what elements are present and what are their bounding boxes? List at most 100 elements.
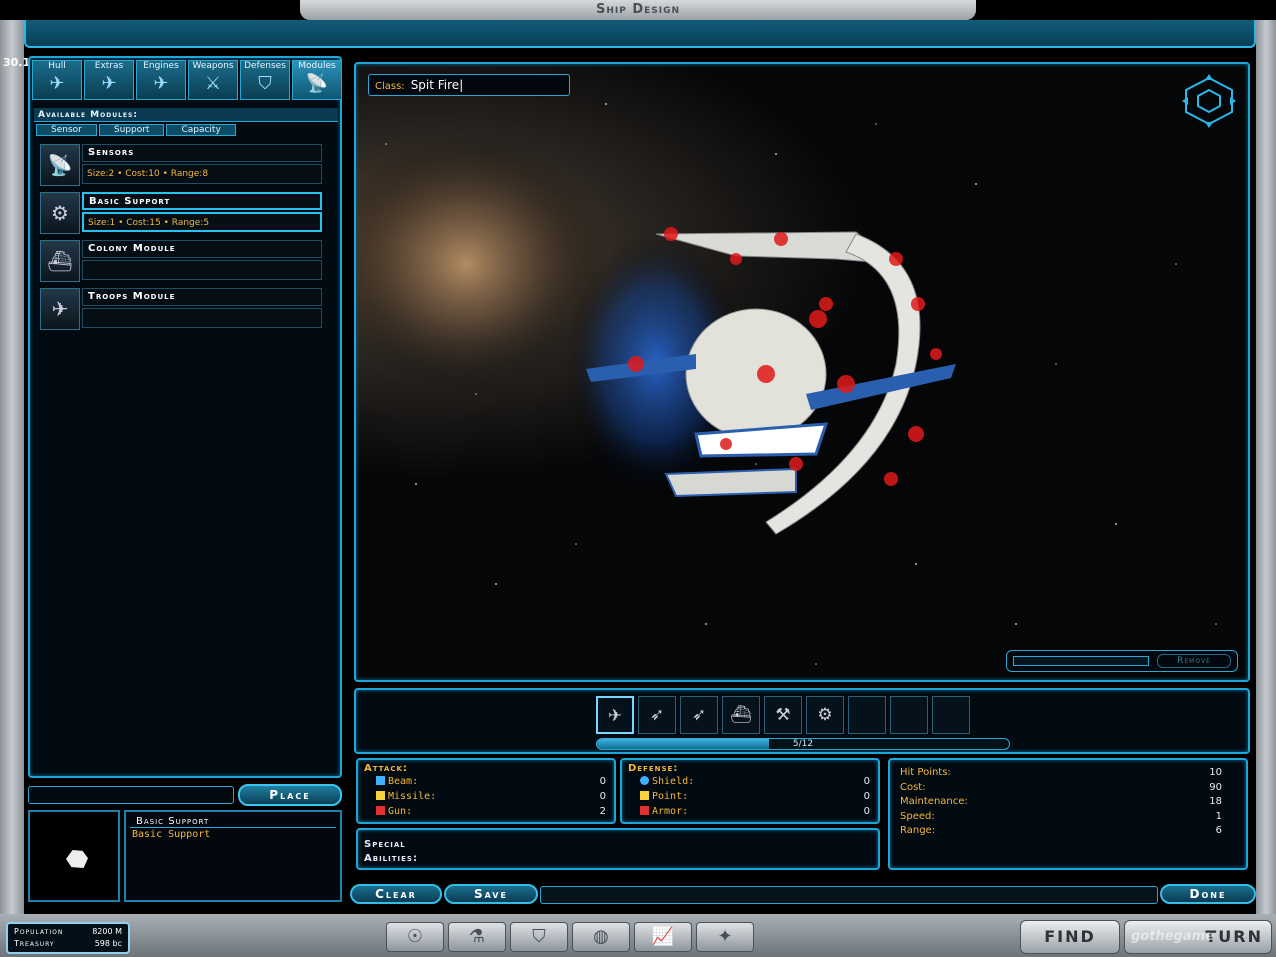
galaxy-icon[interactable]: ☉ bbox=[386, 922, 444, 952]
treasury-value: 598 bc bbox=[94, 939, 122, 948]
tab-label: Extras bbox=[94, 61, 124, 71]
government-icon[interactable]: ⛉ bbox=[510, 922, 568, 952]
research-icon[interactable]: ⚗ bbox=[448, 922, 506, 952]
special-abilities: Special Abilities: bbox=[356, 828, 880, 870]
save-button[interactable]: Save bbox=[444, 884, 538, 904]
slot-empty[interactable] bbox=[848, 696, 886, 734]
action-bar bbox=[540, 886, 1158, 904]
ship-viewport[interactable]: Class: Spit Fire| Remove bbox=[354, 62, 1250, 682]
modules-heading: Available Modules: bbox=[34, 108, 338, 122]
stat-row-point: Point: 0 bbox=[622, 789, 878, 804]
weapon-icon: ⚔ bbox=[204, 73, 222, 94]
slot-colony-pod[interactable]: ⛴ bbox=[722, 696, 760, 734]
module-stats bbox=[82, 260, 322, 280]
class-value: Spit Fire| bbox=[410, 78, 464, 92]
module-colony[interactable]: ⛴ Colony Module bbox=[40, 240, 324, 282]
shield-icon bbox=[640, 776, 649, 785]
turn-button[interactable]: gothegame TURN bbox=[1124, 920, 1272, 954]
component-model-icon bbox=[66, 850, 88, 868]
missile-icon bbox=[376, 791, 385, 800]
graphs-icon[interactable]: 📈 bbox=[634, 922, 692, 952]
gun-icon bbox=[376, 806, 385, 815]
component-slots: ✈ ➶ ➶ ⛴ ⚒ ⚙ 5/12 bbox=[354, 688, 1250, 754]
tab-engines[interactable]: Engines ✈ bbox=[136, 60, 186, 100]
stat-row-missile: Missile: 0 bbox=[358, 789, 614, 804]
info-speed: Speed: 1 bbox=[900, 810, 1222, 822]
slot-engine[interactable]: ➶ bbox=[680, 696, 718, 734]
stat-row-shield: Shield: 0 bbox=[622, 774, 878, 789]
extras-icon: ✈ bbox=[101, 73, 117, 94]
sensor-dish-icon: 📡 bbox=[40, 144, 80, 186]
slot-empty[interactable] bbox=[890, 696, 928, 734]
space-scene bbox=[356, 103, 1217, 665]
tab-label: Weapons bbox=[192, 61, 234, 71]
subtab-sensor[interactable]: Sensor bbox=[36, 124, 97, 136]
footer-bar: Population 8200 M Treasury 598 bc ☉ ⚗ ⛉ ◍ … bbox=[0, 914, 1276, 957]
tab-hull[interactable]: Hull ✈ bbox=[32, 60, 82, 100]
stat-row-armor: Armor: 0 bbox=[622, 804, 878, 819]
class-label: Class: bbox=[375, 81, 405, 92]
support-module-icon: ⚙ bbox=[40, 192, 80, 234]
subtab-support[interactable]: Support bbox=[98, 124, 165, 136]
turn-label: TURN bbox=[1205, 927, 1263, 946]
watermark: gothegame bbox=[1131, 929, 1214, 944]
component-preview bbox=[28, 810, 120, 902]
stat-row-gun: Gun: 2 bbox=[358, 804, 614, 819]
done-button[interactable]: Done bbox=[1160, 884, 1256, 904]
capacity-text: 5/12 bbox=[792, 739, 814, 749]
clear-button[interactable]: Clear bbox=[350, 884, 442, 904]
component-description: Basic Support Basic Support bbox=[124, 810, 342, 902]
module-icon: 📡 bbox=[305, 73, 329, 94]
planets-icon[interactable]: ◍ bbox=[572, 922, 630, 952]
stat-row-beam: Beam: 0 bbox=[358, 774, 614, 789]
module-name: Troops Module bbox=[82, 288, 322, 306]
slot-hull[interactable]: ✈ bbox=[596, 696, 634, 734]
ships-icon[interactable]: ✦ bbox=[696, 922, 754, 952]
tab-label: Hull bbox=[48, 61, 66, 71]
treasury-label: Treasury bbox=[14, 939, 55, 948]
info-range: Range: 6 bbox=[900, 825, 1222, 836]
tab-weapons[interactable]: Weapons ⚔ bbox=[188, 60, 238, 100]
subtab-capacity[interactable]: Capacity bbox=[166, 124, 236, 136]
slot-weapon[interactable]: ⚒ bbox=[764, 696, 802, 734]
window-frame-left bbox=[0, 20, 24, 920]
troop-transport-icon: ✈ bbox=[40, 288, 80, 330]
special-label: Special bbox=[364, 839, 406, 850]
info-hit-points: Hit Points: 10 bbox=[900, 767, 1222, 778]
window-frame-right bbox=[1256, 20, 1276, 920]
component-tabs: Hull ✈ Extras ✈ Engines ✈ Weapons ⚔ Defenses… bbox=[32, 60, 342, 100]
rotation-slider[interactable] bbox=[1013, 656, 1149, 666]
module-subtabs: Sensor Support Capacity bbox=[36, 124, 236, 136]
window-title: Ship Design bbox=[300, 0, 976, 20]
capacity-bar: 5/12 bbox=[596, 738, 1010, 750]
module-basic-support[interactable]: ⚙ Basic Support Size:1 • Cost:15 • Range… bbox=[40, 192, 324, 234]
module-sensors[interactable]: 📡 Sensors Size:2 • Cost:10 • Range:8 bbox=[40, 144, 324, 186]
place-quantity-field[interactable] bbox=[28, 786, 234, 804]
point-defense-icon bbox=[640, 791, 649, 800]
info-maintenance: Maintenance: 18 bbox=[900, 796, 1222, 807]
place-button[interactable]: Place bbox=[238, 784, 342, 806]
ship-hull-icon: ✈ bbox=[49, 73, 65, 94]
population-value: 8200 M bbox=[92, 927, 122, 936]
remove-button[interactable]: Remove bbox=[1157, 654, 1231, 668]
title-bar: Ship Design bbox=[0, 0, 1276, 22]
find-button[interactable]: FIND bbox=[1020, 920, 1120, 954]
defense-heading: Defense: bbox=[628, 763, 679, 774]
slot-empty[interactable] bbox=[932, 696, 970, 734]
class-name-field[interactable]: Class: Spit Fire| bbox=[368, 74, 570, 96]
tab-modules[interactable]: Modules 📡 bbox=[292, 60, 342, 100]
tab-defenses[interactable]: Defenses ⛉ bbox=[240, 60, 290, 100]
attack-heading: Attack: bbox=[364, 763, 408, 774]
slot-support[interactable]: ⚙ bbox=[806, 696, 844, 734]
module-troops[interactable]: ✈ Troops Module bbox=[40, 288, 324, 330]
slot-engine[interactable]: ➶ bbox=[638, 696, 676, 734]
module-stats: Size:2 • Cost:10 • Range:8 bbox=[82, 164, 322, 184]
module-stats bbox=[82, 308, 322, 328]
camera-rotate-icon[interactable] bbox=[1182, 74, 1236, 128]
shield-icon: ⛉ bbox=[258, 73, 272, 94]
beam-icon bbox=[376, 776, 385, 785]
tab-extras[interactable]: Extras ✈ bbox=[84, 60, 134, 100]
module-name: Basic Support bbox=[82, 192, 322, 210]
engine-icon: ✈ bbox=[153, 73, 169, 94]
top-band bbox=[24, 20, 1256, 48]
